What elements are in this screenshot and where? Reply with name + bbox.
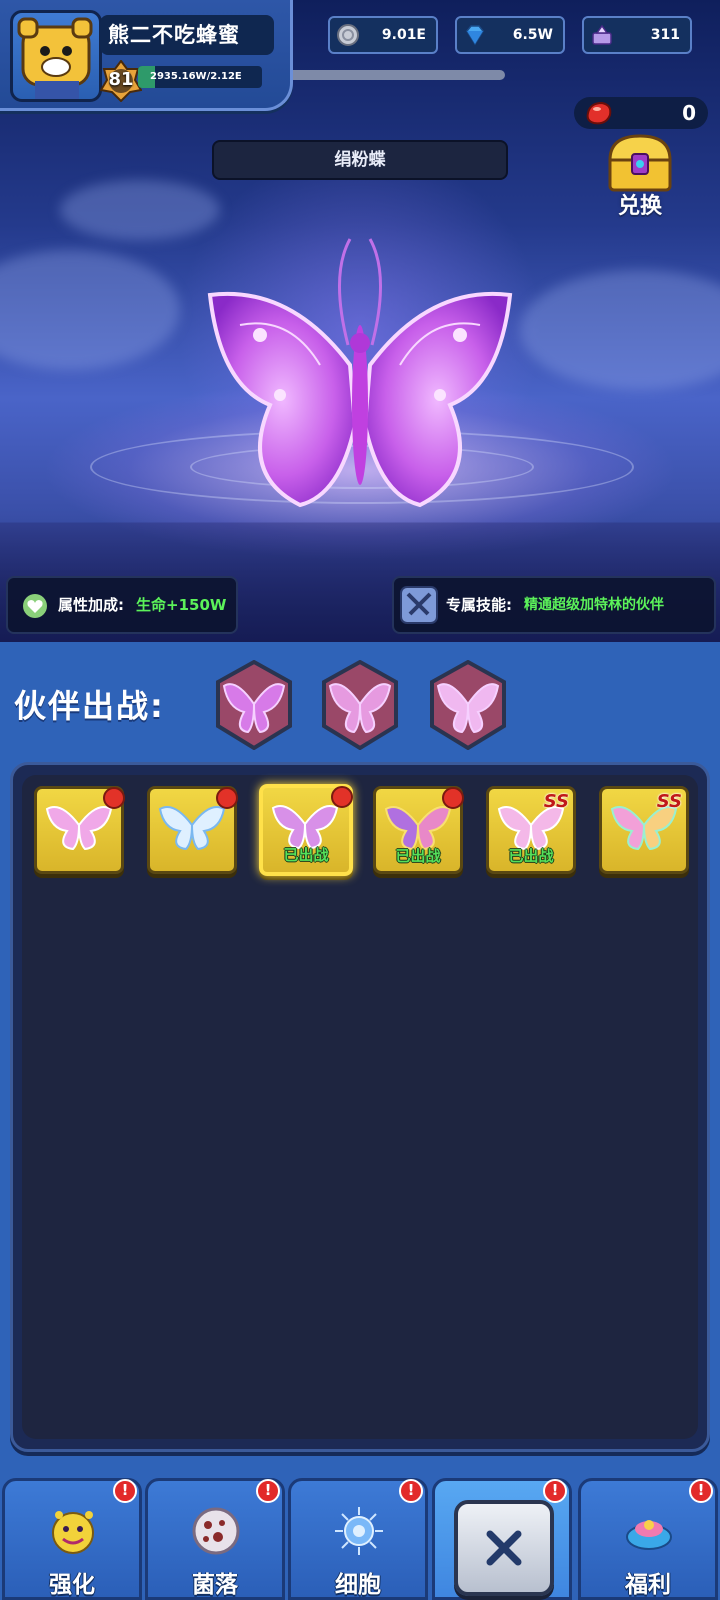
crossed-swords-icon <box>400 586 438 624</box>
deployed-label: 已出战 <box>283 846 329 864</box>
treasure-chest-icon <box>608 134 672 192</box>
nav-label-welfare: 福利 <box>625 1572 671 1598</box>
diamond-counter[interactable]: 6.5W <box>455 16 565 54</box>
nav-label-colony: 菌落 <box>192 1572 238 1598</box>
silver-coin-counter[interactable]: 9.01E <box>328 16 438 54</box>
partner-card[interactable] <box>147 786 238 874</box>
alert-badge: ! <box>256 1479 280 1503</box>
deploy-label: 伙伴出战: <box>14 687 165 725</box>
partner-name-title: 绢粉蝶 <box>212 140 508 180</box>
bonus-label: 属性加成: <box>58 596 124 614</box>
grade-badge: SS <box>656 791 682 812</box>
red-dot-badge <box>216 787 238 809</box>
cloud <box>0 250 180 370</box>
cell-icon <box>335 1507 383 1555</box>
cloud <box>520 270 720 390</box>
bear-avatar-icon <box>17 17 93 99</box>
deployed-label: 已出战 <box>395 847 441 865</box>
skill-label: 专属技能: <box>446 596 512 614</box>
virus-face-icon <box>52 1511 94 1554</box>
butterfly-partner-image <box>207 238 513 508</box>
nav-label-cell: 细胞 <box>335 1572 381 1598</box>
partner-card[interactable]: SS <box>599 786 689 874</box>
skill-value: 精通超级加特林的伙伴 <box>524 597 664 613</box>
alert-badge: ! <box>689 1479 713 1503</box>
nav-tab-enhance[interactable]: 强化 ! <box>2 1478 142 1600</box>
exp-text: 2935.16W/2.12E <box>150 71 242 82</box>
close-button[interactable] <box>454 1500 554 1596</box>
butterfly-hex-icon <box>322 659 398 751</box>
nav-tab-welfare[interactable]: 福利 ! <box>578 1478 718 1600</box>
player-level: 81 <box>108 69 134 90</box>
petri-dish-icon <box>192 1507 240 1555</box>
heart-icon <box>23 594 47 618</box>
nav-tab-cell[interactable]: 细胞 ! <box>288 1478 428 1600</box>
blue-diamond-icon <box>466 25 484 46</box>
level-badge: 81 <box>99 59 143 103</box>
nav-tab-colony[interactable]: 菌落 ! <box>145 1478 285 1600</box>
nav-label-enhance: 强化 <box>49 1572 95 1598</box>
partner-card[interactable]: SS 已出战 <box>486 786 576 874</box>
alert-badge: ! <box>399 1479 423 1503</box>
cloud <box>60 180 220 240</box>
attribute-bonus-strip: 属性加成: 生命+150W <box>6 576 238 634</box>
exchange-label: 兑换 <box>617 194 662 219</box>
butterfly-hex-icon <box>430 659 506 751</box>
gem-chest-counter[interactable]: 311 <box>582 16 692 54</box>
diamond-value: 6.5W <box>512 27 553 43</box>
bonus-value: 生命+150W <box>136 596 227 614</box>
close-icon <box>486 1530 522 1566</box>
gem-chest-value: 311 <box>650 27 680 43</box>
deploy-slot-3[interactable] <box>428 659 508 751</box>
purple-gem-chest-icon <box>592 24 612 45</box>
exp-bar: 2935.16W/2.12E <box>138 66 262 88</box>
red-dot-badge <box>103 787 125 809</box>
partner-inventory-grid[interactable] <box>22 775 698 1439</box>
alert-badge: ! <box>113 1479 137 1503</box>
red-ruby-icon <box>586 101 612 125</box>
gift-bowl-icon <box>626 1520 672 1550</box>
butterfly-hex-icon <box>216 659 292 751</box>
red-dot-badge <box>442 787 464 809</box>
player-avatar[interactable] <box>10 10 102 102</box>
deployed-label: 已出战 <box>508 847 554 865</box>
deploy-slot-1[interactable] <box>214 659 294 751</box>
red-dot-badge <box>331 786 353 808</box>
ruby-count: 0 <box>682 101 696 125</box>
alert-badge: ! <box>543 1479 567 1503</box>
partner-card[interactable] <box>34 786 125 874</box>
partner-card[interactable]: 已出战 <box>373 786 464 874</box>
exchange-button[interactable]: 兑换 <box>600 132 680 222</box>
partner-card-selected[interactable]: 已出战 <box>259 784 353 876</box>
silver-coin-value: 9.01E <box>381 27 426 43</box>
ruby-counter: 0 <box>574 97 708 129</box>
silver-coin-icon <box>337 24 359 46</box>
grade-badge: SS <box>543 791 569 812</box>
player-name: 熊二不吃蜂蜜 <box>100 15 274 55</box>
exclusive-skill-strip: 专属技能: 精通超级加特林的伙伴 <box>392 576 716 634</box>
deploy-slot-2[interactable] <box>320 659 400 751</box>
